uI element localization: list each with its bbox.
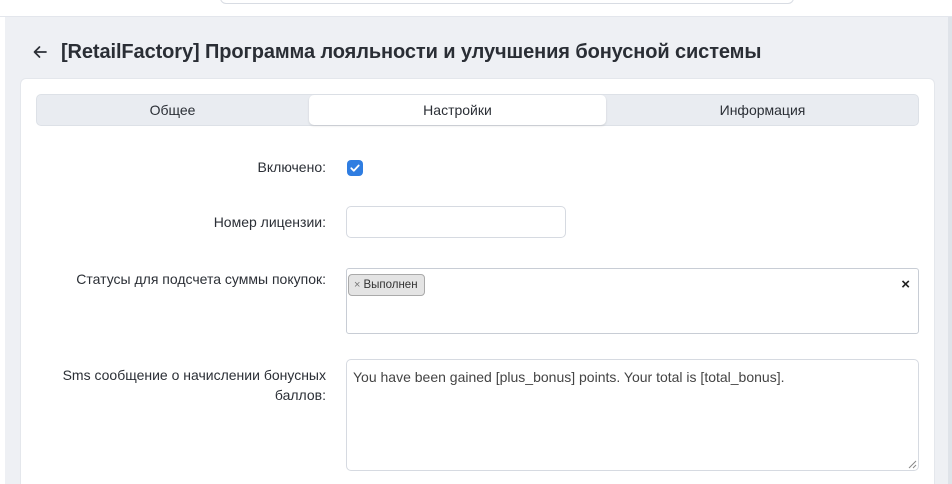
status-tag: × Выполнен	[348, 274, 425, 296]
left-sidebar-edge	[0, 17, 5, 484]
clear-all-icon[interactable]: ×	[901, 275, 910, 295]
tab-bar: Общее Настройки Информация	[36, 94, 919, 126]
tab-general[interactable]: Общее	[37, 95, 308, 125]
page-header: [RetailFactory] Программа лояльности и у…	[30, 38, 761, 66]
license-input[interactable]	[346, 206, 566, 238]
resize-grip-icon[interactable]	[908, 460, 917, 469]
right-scrollbar[interactable]	[948, 17, 952, 484]
settings-card: Общее Настройки Информация Включено: Ном…	[20, 78, 935, 484]
statuses-label: Статусы для подсчета суммы покупок:	[76, 271, 326, 287]
tab-settings[interactable]: Настройки	[309, 95, 606, 125]
tab-information[interactable]: Информация	[606, 95, 919, 125]
license-label: Номер лицензии:	[213, 214, 326, 230]
tag-remove-icon[interactable]: ×	[354, 279, 360, 291]
statuses-multiselect[interactable]: × Выполнен ×	[346, 268, 919, 334]
top-bar	[0, 0, 952, 17]
top-search-field[interactable]	[220, 0, 794, 4]
enabled-checkbox[interactable]	[347, 160, 363, 176]
page-title: [RetailFactory] Программа лояльности и у…	[61, 40, 762, 63]
sms-label: Sms сообщение о начислении бонусных балл…	[62, 367, 326, 403]
enabled-label: Включено:	[257, 159, 326, 175]
arrow-left-icon[interactable]	[30, 42, 50, 62]
status-tag-label: Выполнен	[363, 279, 418, 291]
check-icon	[350, 164, 360, 172]
sms-message-textarea[interactable]	[346, 359, 919, 471]
